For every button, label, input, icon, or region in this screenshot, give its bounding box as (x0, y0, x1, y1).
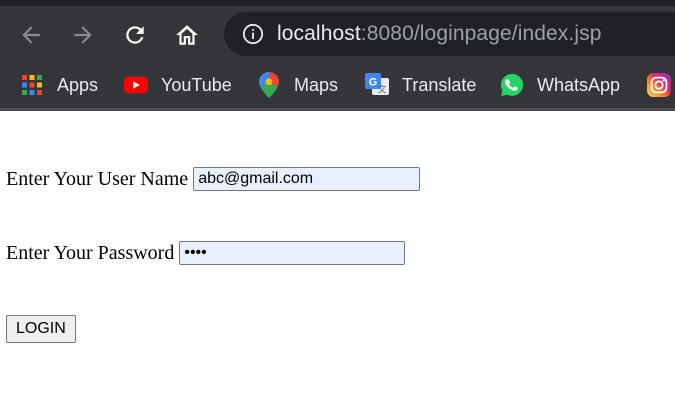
bookmark-instagram[interactable] (647, 72, 671, 98)
url-text[interactable]: localhost:8080/loginpage/index.jsp (277, 22, 602, 46)
bookmark-whatsapp[interactable]: WhatsApp (500, 72, 620, 98)
bookmark-apps[interactable]: Apps (20, 72, 98, 98)
password-input[interactable] (179, 241, 406, 265)
bookmarks-bar: Apps YouTube Maps G 文 Translate WhatsApp (0, 62, 675, 111)
username-row: Enter Your User Name (6, 167, 421, 191)
password-label: Enter Your Password (6, 241, 175, 264)
address-bar[interactable]: localhost:8080/loginpage/index.jsp (224, 12, 675, 56)
reload-button[interactable] (120, 20, 150, 50)
translate-icon: G 文 (365, 73, 389, 97)
username-input[interactable] (193, 167, 421, 191)
browser-chrome: localhost:8080/loginpage/index.jsp Apps … (0, 0, 675, 111)
svg-text:文: 文 (377, 84, 386, 95)
svg-text:G: G (369, 77, 378, 89)
forward-button[interactable] (68, 20, 98, 50)
username-label: Enter Your User Name (6, 167, 189, 190)
bookmark-label: YouTube (161, 74, 232, 95)
apps-grid-icon (20, 73, 44, 97)
password-row: Enter Your Password (6, 241, 406, 265)
bookmark-label: Maps (294, 74, 339, 95)
reload-icon (126, 26, 144, 44)
whatsapp-icon (500, 73, 524, 97)
bookmark-label: WhatsApp (537, 74, 621, 95)
bookmark-youtube[interactable]: YouTube (124, 72, 232, 98)
url-host: localhost (277, 22, 361, 45)
forward-arrow-icon (74, 26, 92, 44)
bookmark-label: Apps (57, 74, 99, 95)
youtube-icon (124, 73, 148, 97)
back-arrow-icon (22, 26, 40, 44)
bookmark-label: Translate (402, 74, 477, 95)
browser-toolbar: localhost:8080/loginpage/index.jsp (0, 6, 675, 62)
instagram-icon (647, 73, 671, 97)
back-button[interactable] (16, 20, 46, 50)
home-icon (176, 25, 198, 45)
maps-pin-icon (257, 72, 281, 98)
bookmark-translate[interactable]: G 文 Translate (365, 72, 476, 98)
login-button[interactable]: LOGIN (6, 315, 76, 343)
bookmark-maps[interactable]: Maps (257, 72, 338, 98)
url-path: :8080/loginpage/index.jsp (360, 22, 602, 45)
home-button[interactable] (172, 20, 202, 50)
login-page: Enter Your User Name Enter Your Password… (0, 111, 675, 399)
info-icon[interactable] (242, 23, 264, 45)
